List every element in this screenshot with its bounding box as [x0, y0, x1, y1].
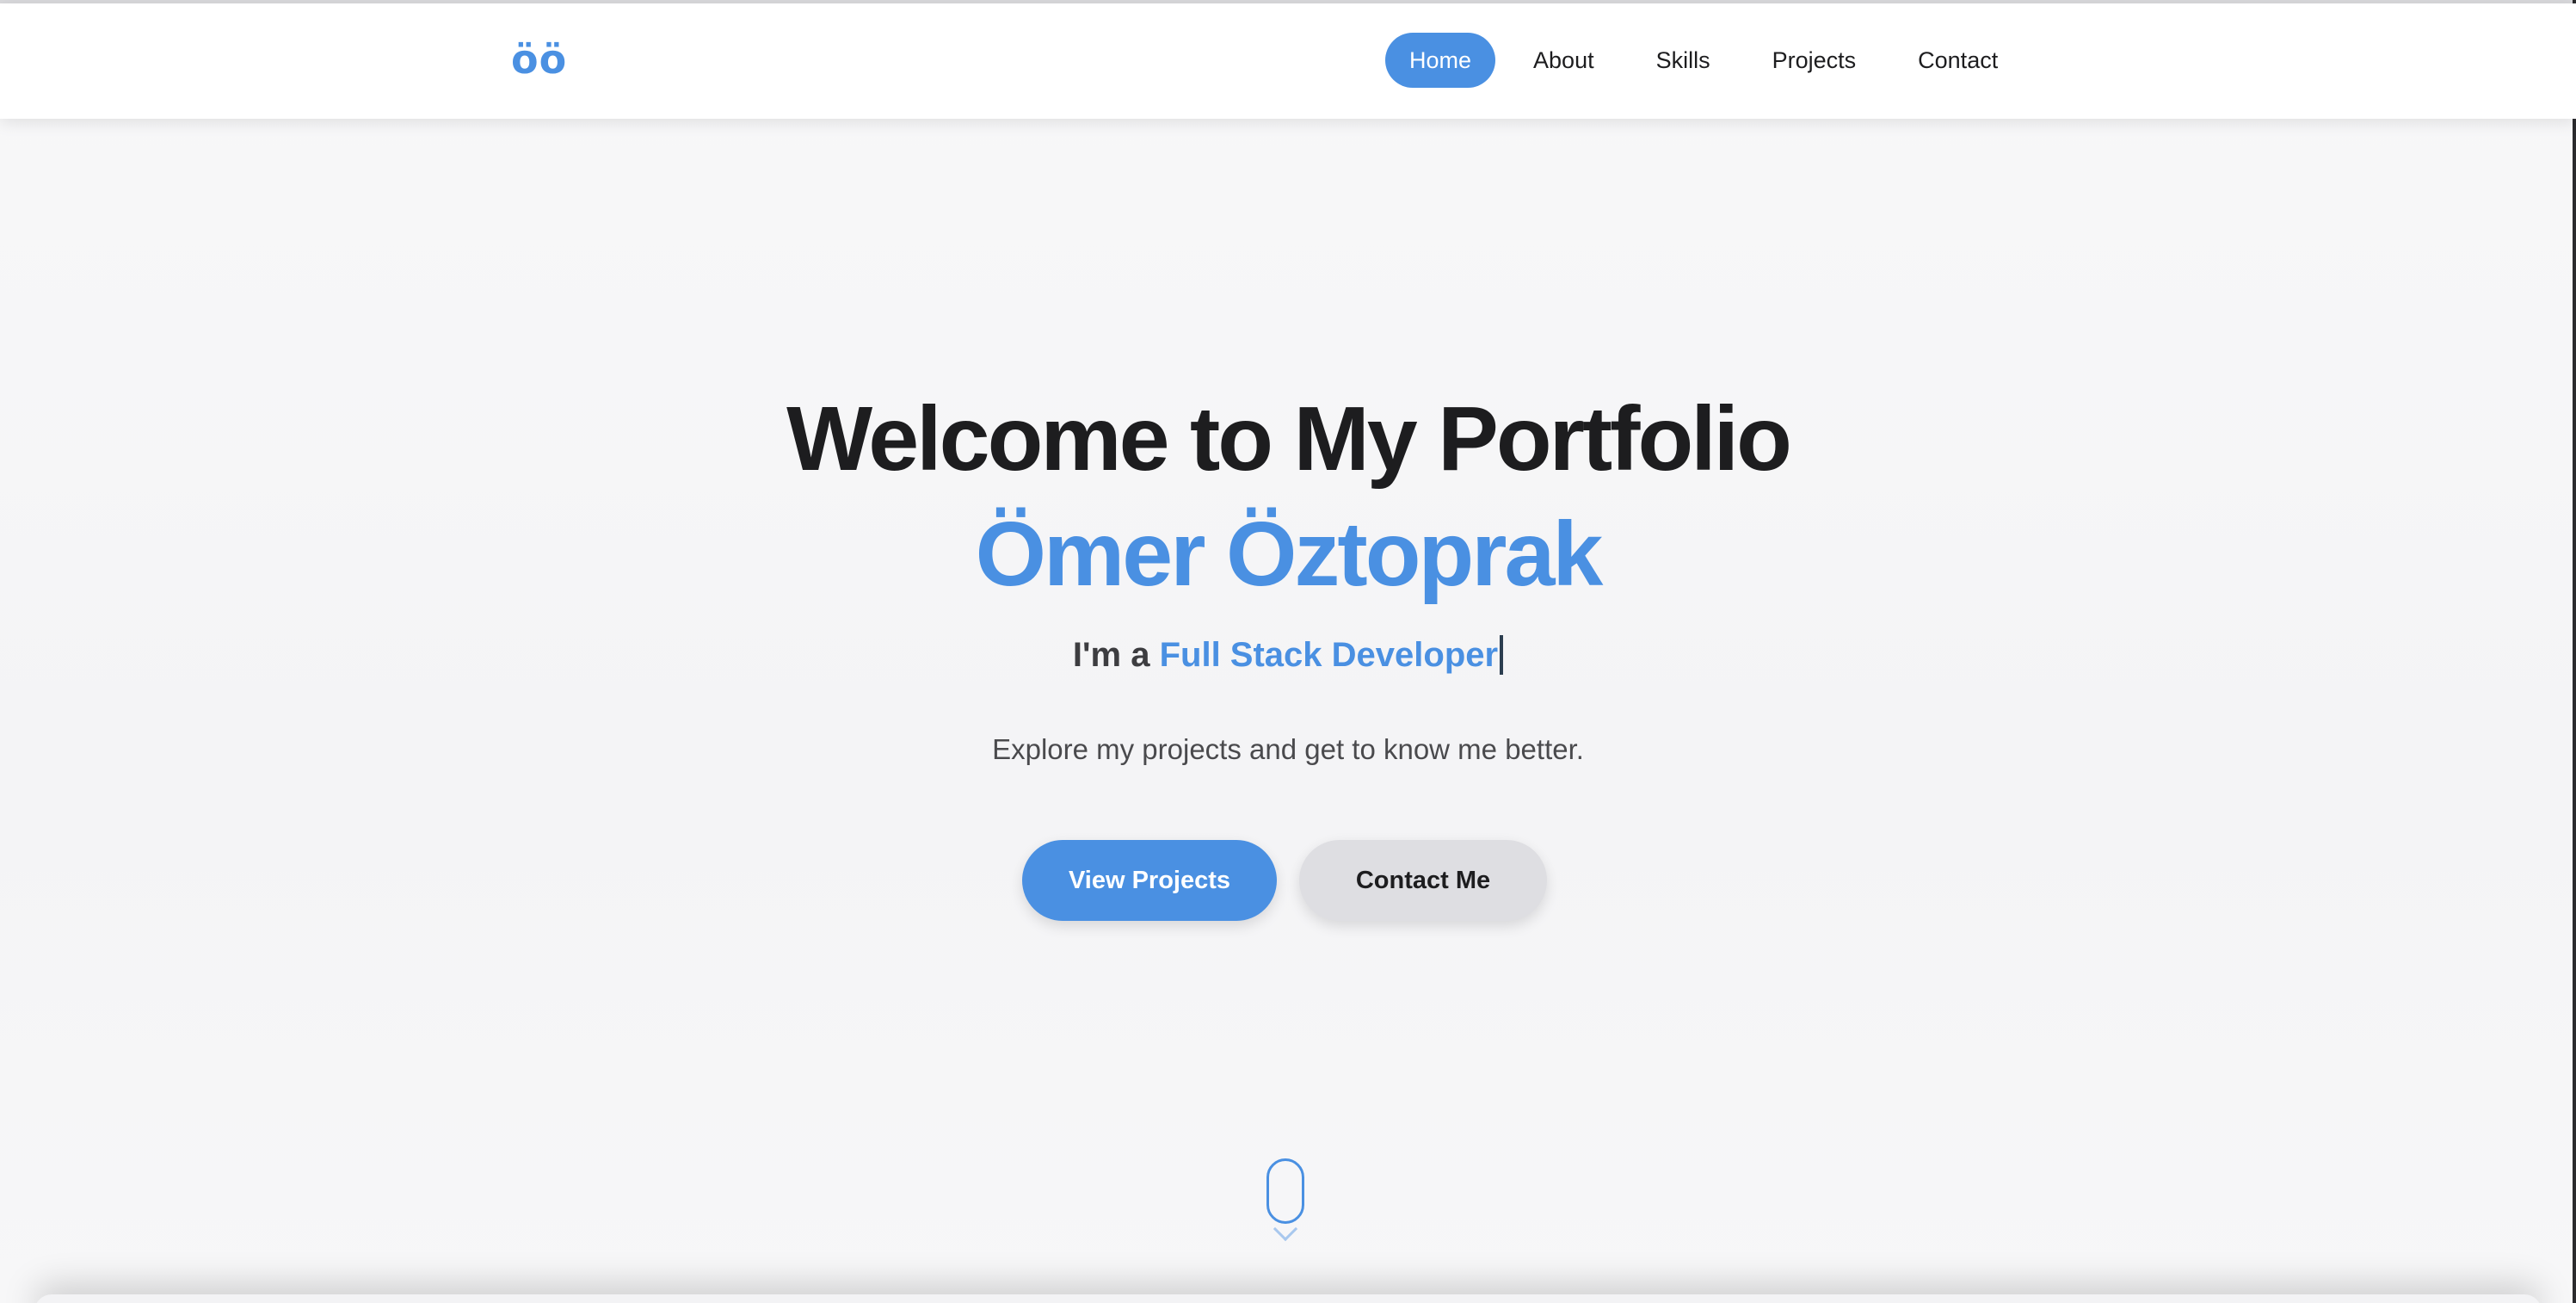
hero-buttons: View Projects Contact Me [1022, 840, 1547, 921]
site-logo[interactable]: öö [511, 36, 567, 83]
nav-item-skills[interactable]: Skills [1632, 33, 1735, 88]
hero-title: Welcome to My Portfolio [786, 388, 1792, 490]
nav-item-contact[interactable]: Contact [1894, 33, 2022, 88]
role-prefix: I'm a [1072, 636, 1160, 674]
portfolio-page: öö Home About Skills Projects Contact We… [0, 0, 2576, 1303]
role-text: Full Stack Developer [1159, 636, 1499, 674]
view-projects-button[interactable]: View Projects [1022, 840, 1277, 921]
contact-me-button[interactable]: Contact Me [1299, 840, 1547, 921]
typing-cursor [1500, 635, 1504, 675]
window-right-border [2573, 0, 2576, 1303]
mouse-scroll-icon[interactable] [1266, 1158, 1304, 1224]
hero-name: Ömer Öztoprak [975, 503, 1604, 605]
hero-role: I'm a Full Stack Developer [0, 635, 2576, 675]
hero-subtitle: Explore my projects and get to know me b… [992, 733, 1584, 765]
nav-item-home[interactable]: Home [1385, 33, 1496, 88]
nav-item-about[interactable]: About [1509, 33, 1618, 88]
main-nav: Home About Skills Projects Contact [1385, 33, 2022, 88]
navbar: öö Home About Skills Projects Contact [0, 3, 2576, 119]
nav-item-projects[interactable]: Projects [1748, 33, 1881, 88]
next-section-edge [34, 1294, 2542, 1303]
